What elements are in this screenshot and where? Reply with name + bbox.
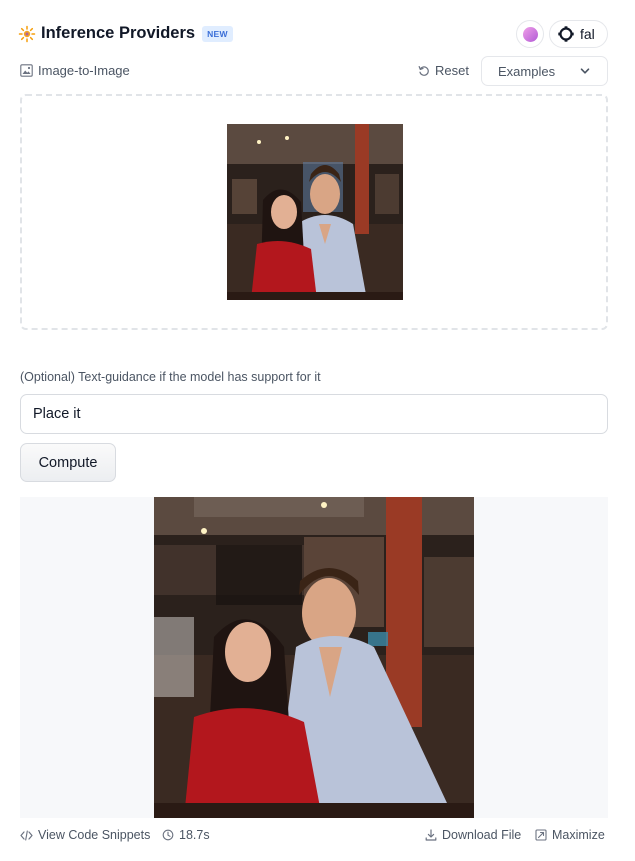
- task-name: Image-to-Image: [38, 63, 130, 78]
- compute-time-label: 18.7s: [179, 828, 210, 842]
- provider-select-button[interactable]: fal: [549, 20, 608, 48]
- view-code-snippets-label: View Code Snippets: [38, 828, 151, 842]
- chevron-down-icon: [580, 68, 590, 74]
- sparkle-icon: [18, 25, 36, 42]
- avatar: [522, 26, 538, 42]
- widget-header: Inference Providers NEW fal: [18, 20, 608, 50]
- clock-icon: [162, 829, 174, 841]
- output-panel: [20, 497, 608, 818]
- page-title: Inference Providers: [41, 24, 196, 42]
- compute-button[interactable]: Compute: [20, 443, 116, 482]
- reset-button[interactable]: Reset: [418, 63, 469, 78]
- output-image: [154, 497, 474, 818]
- download-icon: [425, 829, 437, 841]
- fal-logo-icon: [558, 26, 574, 42]
- provider-avatar-button[interactable]: [516, 20, 544, 48]
- download-file-button[interactable]: Download File: [425, 828, 521, 842]
- maximize-button[interactable]: Maximize: [535, 828, 605, 842]
- new-badge: NEW: [202, 25, 233, 42]
- view-code-snippets-link[interactable]: View Code Snippets: [20, 828, 150, 842]
- reset-icon: [418, 65, 429, 76]
- compute-time: 18.7s: [162, 828, 210, 842]
- output-footer: View Code Snippets 18.7s Download File M…: [20, 828, 608, 846]
- image-icon: [20, 64, 33, 77]
- guidance-label: (Optional) Text-guidance if the model ha…: [20, 370, 321, 384]
- examples-label: Examples: [498, 63, 556, 79]
- download-file-label: Download File: [442, 828, 522, 842]
- task-label: Image-to-Image: [20, 63, 130, 78]
- examples-select[interactable]: Examples: [481, 56, 608, 86]
- title-group: Inference Providers NEW: [18, 24, 233, 43]
- reset-label: Reset: [435, 63, 469, 78]
- maximize-label: Maximize: [552, 828, 605, 842]
- input-image: [227, 124, 403, 300]
- maximize-icon: [535, 829, 547, 841]
- image-dropzone[interactable]: [20, 94, 608, 330]
- guidance-input[interactable]: [20, 394, 608, 434]
- task-toolbar: Image-to-Image Reset Examples: [20, 56, 608, 86]
- code-icon: [20, 829, 33, 841]
- provider-name: fal: [580, 26, 595, 42]
